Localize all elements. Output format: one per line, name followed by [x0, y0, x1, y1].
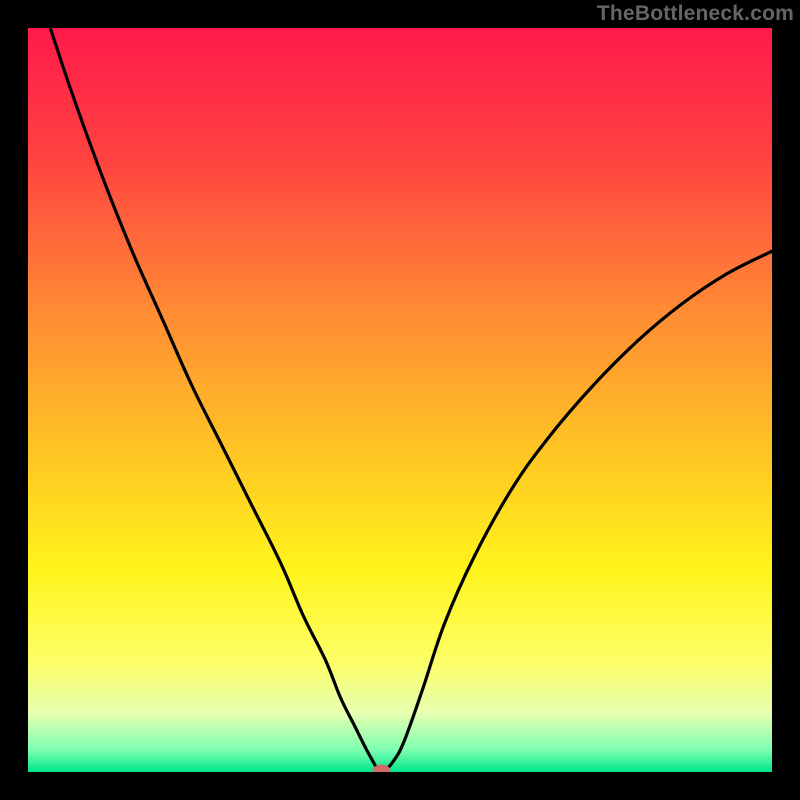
chart-frame: TheBottleneck.com	[0, 0, 800, 800]
bottleneck-chart	[28, 28, 772, 772]
watermark-text: TheBottleneck.com	[597, 2, 794, 26]
plot-area	[28, 28, 772, 772]
chart-background	[28, 28, 772, 772]
